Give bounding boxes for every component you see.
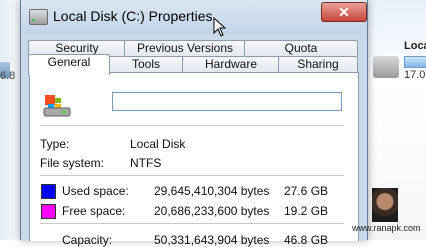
tab-general[interactable]: General <box>28 54 110 75</box>
properties-dialog: Local Disk (C:) Properties ✕ Security Pr… <box>20 0 368 247</box>
drive-label[interactable]: Loca <box>404 40 426 52</box>
used-space-swatch <box>41 184 56 199</box>
capacity-label: Capacity: <box>62 233 113 247</box>
explorer-background-left <box>0 0 20 240</box>
hard-drive-icon <box>43 95 71 117</box>
watermark-text: www.ranapk.com <box>352 223 421 233</box>
capacity-size: 46.8 GB <box>284 233 329 247</box>
left-drive-size: 6.8 <box>0 70 16 82</box>
free-space-bytes: 20,686,233,600 bytes <box>154 204 270 218</box>
drive-name-input[interactable] <box>112 92 342 111</box>
free-space-swatch <box>41 204 56 219</box>
tab-tools[interactable]: Tools <box>108 56 184 72</box>
used-space-size: 27.6 GB <box>284 184 329 198</box>
capacity-bytes: 50,331,643,904 bytes <box>154 233 270 247</box>
file-system-value: NTFS <box>130 156 162 170</box>
title-bar[interactable]: Local Disk (C:) Properties ✕ <box>21 0 367 34</box>
window-title: Local Disk (C:) Properties <box>53 8 213 24</box>
free-space-size: 19.2 GB <box>284 204 329 218</box>
tab-quota[interactable]: Quota <box>244 40 358 56</box>
tab-strip: Security Previous Versions Quota General… <box>21 34 367 75</box>
used-space-label: Used space: <box>62 184 129 198</box>
general-tab-panel: Type: Local Disk File system: NTFS Used … <box>29 72 359 247</box>
divider <box>40 175 344 176</box>
file-system-label: File system: <box>40 156 105 170</box>
drive-icon[interactable] <box>373 56 399 78</box>
drive-size: 17.0 <box>404 69 426 81</box>
tab-previous-versions[interactable]: Previous Versions <box>124 40 246 56</box>
tab-sharing[interactable]: Sharing <box>278 56 358 72</box>
presenter-photo <box>372 188 398 222</box>
divider <box>40 223 344 224</box>
drive-usage-bar <box>404 56 426 68</box>
type-value: Local Disk <box>130 137 186 151</box>
used-space-bytes: 29,645,410,304 bytes <box>154 184 270 198</box>
hard-drive-icon <box>29 9 48 25</box>
tab-hardware[interactable]: Hardware <box>182 56 280 72</box>
close-button[interactable]: ✕ <box>321 2 367 22</box>
free-space-label: Free space: <box>62 204 126 218</box>
type-label: Type: <box>40 137 70 151</box>
divider <box>40 125 344 126</box>
